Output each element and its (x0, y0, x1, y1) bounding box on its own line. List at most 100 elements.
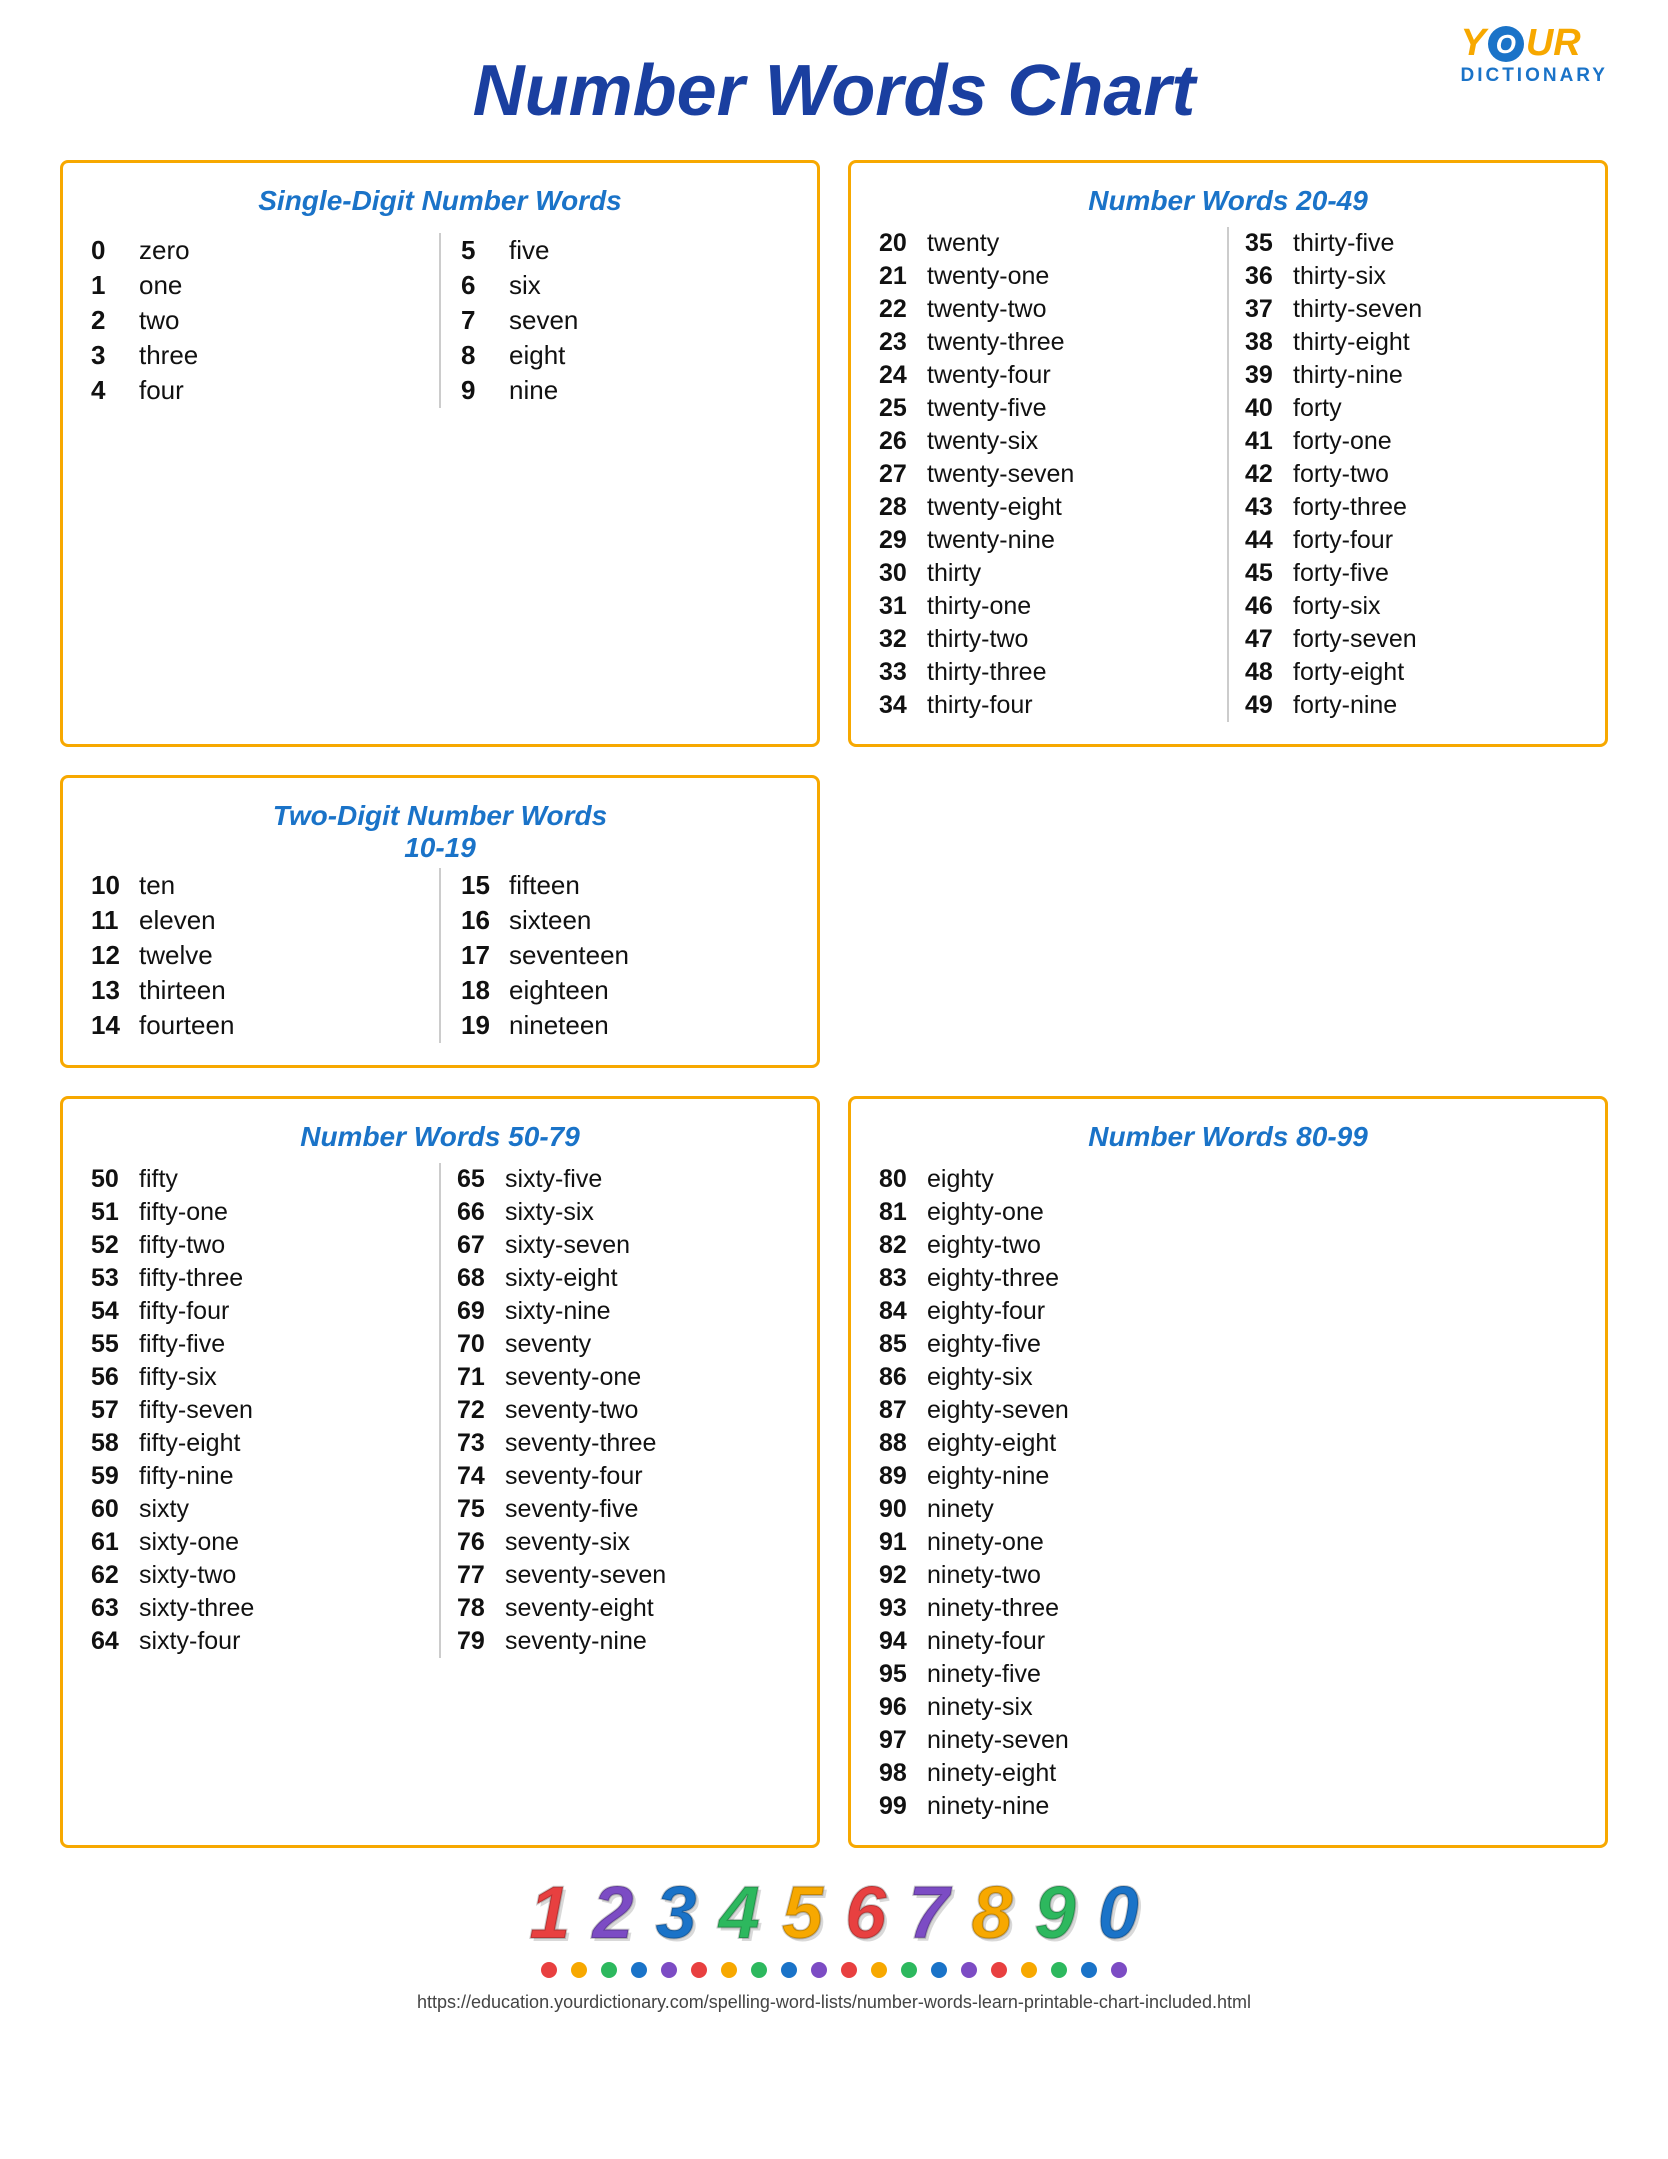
word: two (139, 305, 179, 336)
num-row: 28 twenty-eight (879, 491, 1211, 524)
number: 25 (879, 394, 927, 423)
number: 32 (879, 625, 927, 654)
number: 54 (91, 1297, 139, 1326)
num-row: 97 ninety-seven (879, 1724, 1577, 1757)
number: 41 (1245, 427, 1293, 456)
number: 7 (461, 305, 509, 336)
number: 92 (879, 1561, 927, 1590)
word: seventy-five (505, 1495, 638, 1524)
num-row: 93 ninety-three (879, 1592, 1577, 1625)
number: 63 (91, 1594, 139, 1623)
number: 36 (1245, 262, 1293, 291)
num-row: 95 ninety-five (879, 1658, 1577, 1691)
num-row: 70 seventy (457, 1328, 789, 1361)
word: twenty-one (927, 262, 1049, 291)
filler (848, 775, 1608, 1068)
number: 51 (91, 1198, 139, 1227)
number: 66 (457, 1198, 505, 1227)
number: 49 (1245, 691, 1293, 720)
dot (781, 1962, 797, 1978)
word: thirty-eight (1293, 328, 1410, 357)
number: 64 (91, 1627, 139, 1656)
num-row: 89 eighty-nine (879, 1460, 1577, 1493)
number: 22 (879, 295, 927, 324)
dot (811, 1962, 827, 1978)
num-row: 23 twenty-three (879, 326, 1211, 359)
word: seventy-nine (505, 1627, 647, 1656)
number: 75 (457, 1495, 505, 1524)
dot (901, 1962, 917, 1978)
word: forty-five (1293, 559, 1389, 588)
num-row: 62 sixty-two (91, 1559, 423, 1592)
word: sixteen (509, 905, 591, 936)
number: 90 (879, 1495, 927, 1524)
two-digit-section: Two-Digit Number Words10-19 10 ten 11 el… (60, 775, 1608, 1068)
box5-content: 80 eighty 81 eighty-one 82 eighty-two 83… (879, 1163, 1577, 1823)
num-row: 41 forty-one (1245, 425, 1577, 458)
word: seventy-eight (505, 1594, 654, 1623)
word: fifty-three (139, 1264, 243, 1293)
num-row: 40 forty (1245, 392, 1577, 425)
number: 40 (1245, 394, 1293, 423)
num-row: 4 four (91, 373, 419, 408)
box4-col1: 50 fifty 51 fifty-one 52 fifty-two 53 fi… (91, 1163, 441, 1658)
dot (961, 1962, 977, 1978)
word: seven (509, 305, 578, 336)
number: 39 (1245, 361, 1293, 390)
word: thirty-nine (1293, 361, 1403, 390)
num-row: 61 sixty-one (91, 1526, 423, 1559)
logo-o-circle: O (1488, 26, 1524, 62)
num-row: 72 seventy-two (457, 1394, 789, 1427)
num-row: 76 seventy-six (457, 1526, 789, 1559)
single-digit-title: Single-Digit Number Words (91, 185, 789, 217)
number: 60 (91, 1495, 139, 1524)
num-row: 75 seventy-five (457, 1493, 789, 1526)
num-row: 90 ninety (879, 1493, 1577, 1526)
num-row: 82 eighty-two (879, 1229, 1577, 1262)
number: 17 (461, 940, 509, 971)
deco-digit: 8 (971, 1876, 1012, 1950)
number-words-20-49-title: Number Words 20-49 (879, 185, 1577, 217)
number: 45 (1245, 559, 1293, 588)
number: 81 (879, 1198, 927, 1227)
number: 35 (1245, 229, 1293, 258)
number: 71 (457, 1363, 505, 1392)
word: eighty-four (927, 1297, 1045, 1326)
num-row: 80 eighty (879, 1163, 1577, 1196)
logo: Y O UR DICTIONARY (1460, 22, 1608, 87)
number: 2 (91, 305, 139, 336)
word: ninety-one (927, 1528, 1044, 1557)
num-row: 37 thirty-seven (1245, 293, 1577, 326)
number: 96 (879, 1693, 927, 1722)
word: fifty-eight (139, 1429, 240, 1458)
word: ninety-four (927, 1627, 1045, 1656)
number: 67 (457, 1231, 505, 1260)
num-row: 64 sixty-four (91, 1625, 423, 1658)
number: 58 (91, 1429, 139, 1458)
deco-numbers-row: 1234567890 (60, 1876, 1608, 1950)
num-row: 71 seventy-one (457, 1361, 789, 1394)
dot (631, 1962, 647, 1978)
word: fifty-seven (139, 1396, 253, 1425)
number: 37 (1245, 295, 1293, 324)
num-row: 65 sixty-five (457, 1163, 789, 1196)
word: four (139, 375, 184, 406)
word: twenty (927, 229, 999, 258)
word: forty-six (1293, 592, 1381, 621)
num-row: 10 ten (91, 868, 419, 903)
word: thirty-five (1293, 229, 1394, 258)
deco-digit: 0 (1098, 1876, 1139, 1950)
word: sixty-five (505, 1165, 602, 1194)
number: 6 (461, 270, 509, 301)
dot (661, 1962, 677, 1978)
box2-col1: 20 twenty 21 twenty-one 22 twenty-two 23… (879, 227, 1229, 722)
num-row: 51 fifty-one (91, 1196, 423, 1229)
num-row: 52 fifty-two (91, 1229, 423, 1262)
num-row: 32 thirty-two (879, 623, 1211, 656)
box2-col2: 35 thirty-five 36 thirty-six 37 thirty-s… (1229, 227, 1577, 722)
word: thirty-three (927, 658, 1046, 687)
word: eighty-nine (927, 1462, 1049, 1491)
dot (931, 1962, 947, 1978)
number: 18 (461, 975, 509, 1006)
word: fifteen (509, 870, 580, 901)
